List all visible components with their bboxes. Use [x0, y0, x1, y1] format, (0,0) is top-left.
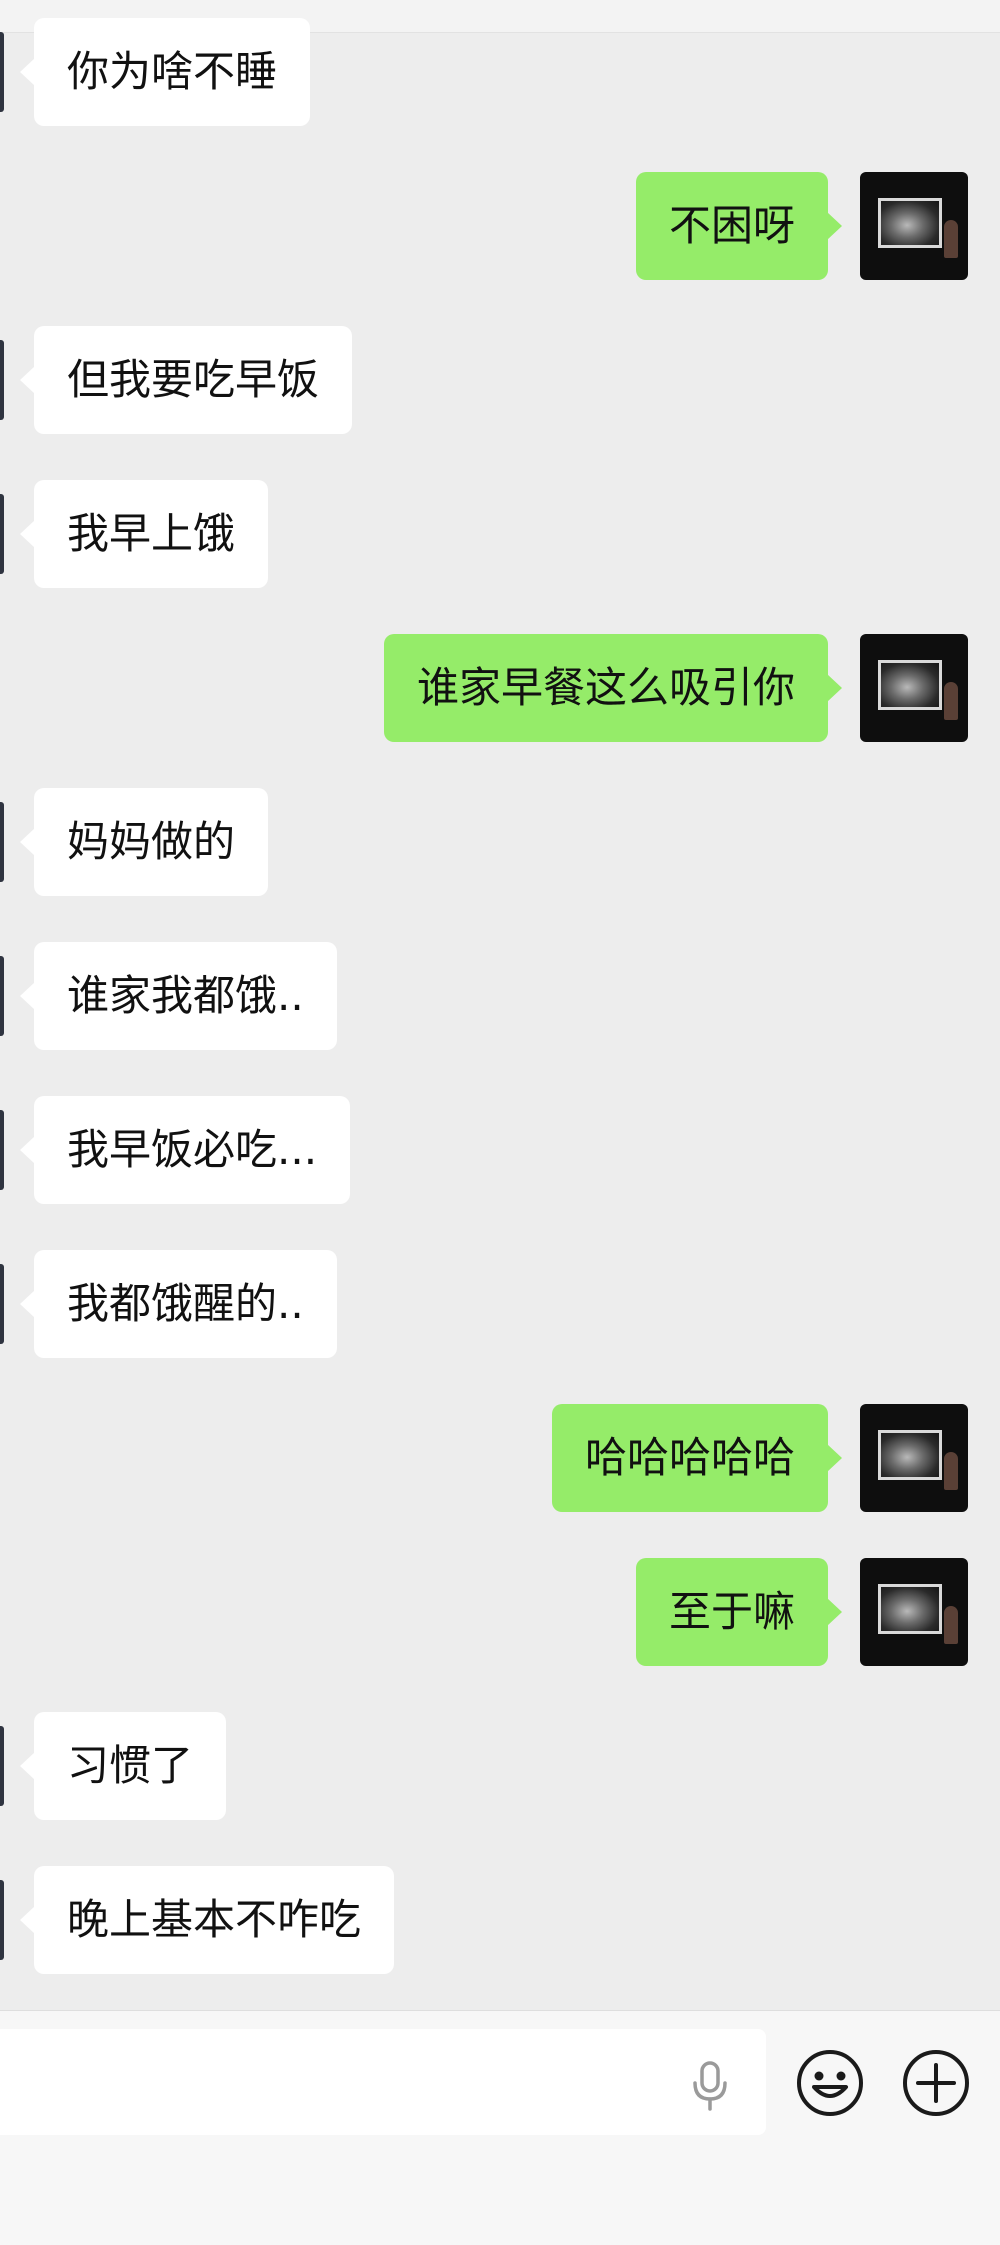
- sender-avatar-edge[interactable]: [0, 1110, 4, 1190]
- sender-avatar-edge[interactable]: [0, 956, 4, 1036]
- sender-avatar-edge[interactable]: [0, 494, 4, 574]
- incoming-message: 晚上基本不咋吃: [0, 1866, 1000, 1974]
- outgoing-message: 至于嘛: [0, 1558, 1000, 1666]
- incoming-message: 我早饭必吃...: [0, 1096, 1000, 1204]
- incoming-message: 我都饿醒的..: [0, 1250, 1000, 1358]
- message-bubble[interactable]: 谁家我都饿..: [20, 942, 337, 1050]
- outgoing-message: 哈哈哈哈哈: [0, 1404, 1000, 1512]
- my-avatar[interactable]: [860, 634, 968, 742]
- outgoing-message: 谁家早餐这么吸引你: [0, 634, 1000, 742]
- my-avatar[interactable]: [860, 1404, 968, 1512]
- smiley-face-icon[interactable]: [796, 2049, 864, 2117]
- message-bubble[interactable]: 我都饿醒的..: [20, 1250, 337, 1358]
- plus-circle-icon[interactable]: [902, 2049, 970, 2117]
- framed-picture-icon: [878, 1430, 942, 1480]
- chat-screen: 你为啥不睡 不困呀 但我要吃早饭 我早上饿 谁家早餐这么吸引你 妈妈做的 谁家我…: [0, 0, 1000, 2245]
- my-avatar[interactable]: [860, 1558, 968, 1666]
- microphone-icon[interactable]: [690, 2061, 730, 2111]
- my-avatar[interactable]: [860, 172, 968, 280]
- framed-picture-icon: [878, 1584, 942, 1634]
- message-bubble[interactable]: 我早饭必吃...: [19, 1096, 351, 1204]
- message-bubble[interactable]: 妈妈做的: [19, 788, 269, 896]
- message-input[interactable]: [0, 2029, 766, 2135]
- message-bubble[interactable]: 晚上基本不咋吃: [19, 1866, 395, 1974]
- message-list[interactable]: 你为啥不睡 不困呀 但我要吃早饭 我早上饿 谁家早餐这么吸引你 妈妈做的 谁家我…: [0, 0, 1000, 2010]
- message-bubble[interactable]: 不困呀: [635, 172, 843, 280]
- framed-picture-icon: [878, 660, 942, 710]
- message-bubble[interactable]: 谁家早餐这么吸引你: [383, 634, 843, 742]
- message-bubble[interactable]: 我早上饿: [19, 480, 269, 588]
- message-bubble[interactable]: 哈哈哈哈哈: [551, 1404, 843, 1512]
- sender-avatar-edge[interactable]: [0, 32, 4, 112]
- incoming-message: 我早上饿: [0, 480, 1000, 588]
- incoming-message: 习惯了: [0, 1712, 1000, 1820]
- sender-avatar-edge[interactable]: [0, 1726, 4, 1806]
- outgoing-message: 不困呀: [0, 172, 1000, 280]
- sender-avatar-edge[interactable]: [0, 1880, 4, 1960]
- message-bubble[interactable]: 你为啥不睡: [19, 18, 311, 126]
- message-bubble[interactable]: 习惯了: [19, 1712, 227, 1820]
- sender-avatar-edge[interactable]: [0, 340, 4, 420]
- incoming-message: 谁家我都饿..: [0, 942, 1000, 1050]
- incoming-message: 妈妈做的: [0, 788, 1000, 896]
- incoming-message: 你为啥不睡: [0, 18, 1000, 126]
- sender-avatar-edge[interactable]: [0, 1264, 4, 1344]
- incoming-message: 但我要吃早饭: [0, 326, 1000, 434]
- message-bubble[interactable]: 但我要吃早饭: [19, 326, 353, 434]
- message-bubble[interactable]: 至于嘛: [635, 1558, 843, 1666]
- input-bar: [0, 2010, 1000, 2245]
- sender-avatar-edge[interactable]: [0, 802, 4, 882]
- framed-picture-icon: [878, 198, 942, 248]
